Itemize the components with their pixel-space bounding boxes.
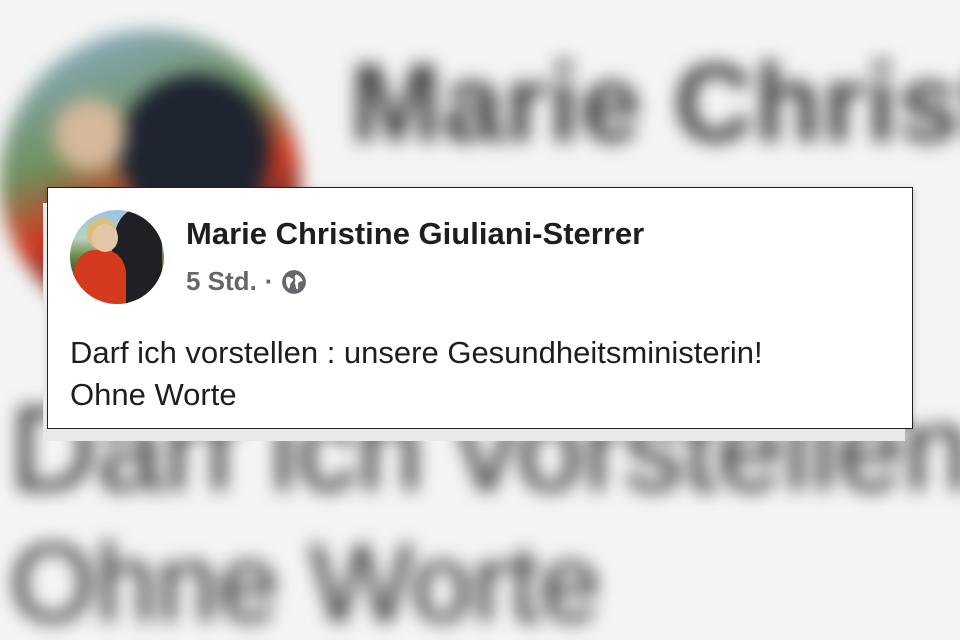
screenshot-stage: Marie Christ Darf ich vorstellen : Ohne … (0, 0, 960, 640)
blurred-author-name: Marie Christ (350, 42, 960, 165)
author-name[interactable]: Marie Christine Giuliani-Sterrer (186, 216, 644, 252)
meta-separator: · (264, 266, 274, 296)
avatar-person-head (92, 224, 118, 252)
post-meta: 5 Std. · (186, 266, 307, 297)
globe-icon[interactable] (281, 269, 307, 295)
post-text-line-1: Darf ich vorstellen : unsere Gesundheits… (70, 335, 763, 370)
blurred-post-line-2: Ohne Worte (10, 522, 602, 640)
avatar[interactable] (70, 210, 164, 304)
post-timestamp[interactable]: 5 Std. (186, 266, 257, 297)
post-card: Marie Christine Giuliani-Sterrer 5 Std. … (47, 187, 913, 429)
post-body: Darf ich vorstellen : unsere Gesundheits… (70, 332, 763, 416)
post-text-line-2: Ohne Worte (70, 377, 237, 412)
avatar-person-body (74, 250, 126, 304)
